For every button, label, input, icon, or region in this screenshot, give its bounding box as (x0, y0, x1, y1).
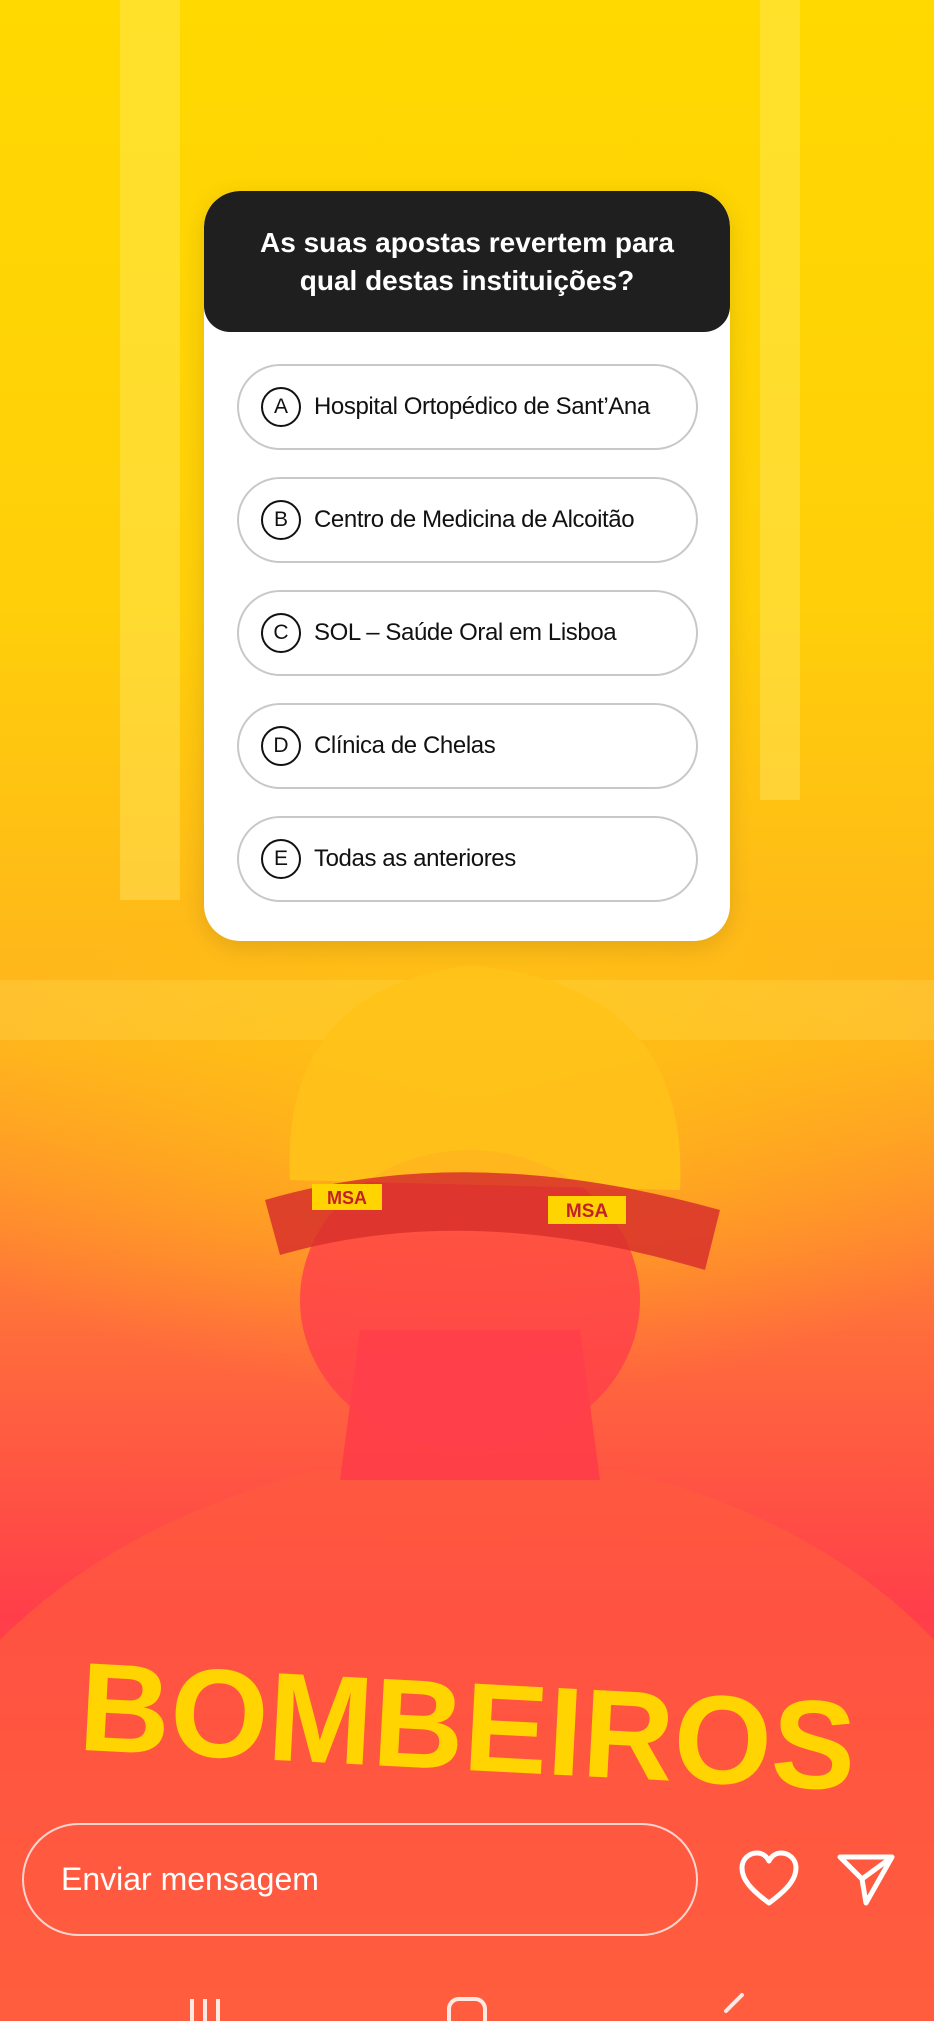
poll-option-d[interactable]: D Clínica de Chelas (237, 703, 698, 789)
poll-option-b[interactable]: B Centro de Medicina de Alcoitão (237, 477, 698, 563)
poll-sticker: As suas apostas revertem para qual desta… (204, 191, 730, 941)
recents-icon[interactable] (180, 1999, 230, 2029)
message-placeholder: Enviar mensagem (61, 1861, 319, 1897)
system-nav-bar (0, 1985, 934, 2037)
option-letter: E (261, 839, 301, 879)
poll-header: As suas apostas revertem para qual desta… (204, 191, 730, 332)
poll-option-a[interactable]: A Hospital Ortopédico de Sant’Ana (237, 364, 698, 450)
option-letter: B (261, 500, 301, 540)
back-icon[interactable] (718, 1993, 748, 2023)
option-label: Centro de Medicina de Alcoitão (314, 506, 635, 533)
poll-option-c[interactable]: C SOL – Saúde Oral em Lisboa (237, 590, 698, 676)
option-label: Hospital Ortopédico de Sant’Ana (314, 393, 650, 420)
option-letter: D (261, 726, 301, 766)
poll-options: A Hospital Ortopédico de Sant’Ana B Cent… (237, 364, 698, 929)
option-letter: C (261, 613, 301, 653)
option-label: Clínica de Chelas (314, 732, 496, 759)
home-icon[interactable] (447, 1997, 487, 2037)
option-label: SOL – Saúde Oral em Lisboa (314, 619, 617, 646)
poll-option-e[interactable]: E Todas as anteriores (237, 816, 698, 902)
option-label: Todas as anteriores (314, 845, 516, 872)
poll-question: As suas apostas revertem para qual desta… (260, 226, 674, 296)
message-input[interactable]: Enviar mensagem (22, 1823, 698, 1936)
svg-text:MSA: MSA (327, 1188, 367, 1208)
svg-text:MSA: MSA (566, 1201, 609, 1222)
send-icon[interactable] (836, 1851, 896, 1907)
heart-icon[interactable] (738, 1849, 800, 1909)
option-letter: A (261, 387, 301, 427)
